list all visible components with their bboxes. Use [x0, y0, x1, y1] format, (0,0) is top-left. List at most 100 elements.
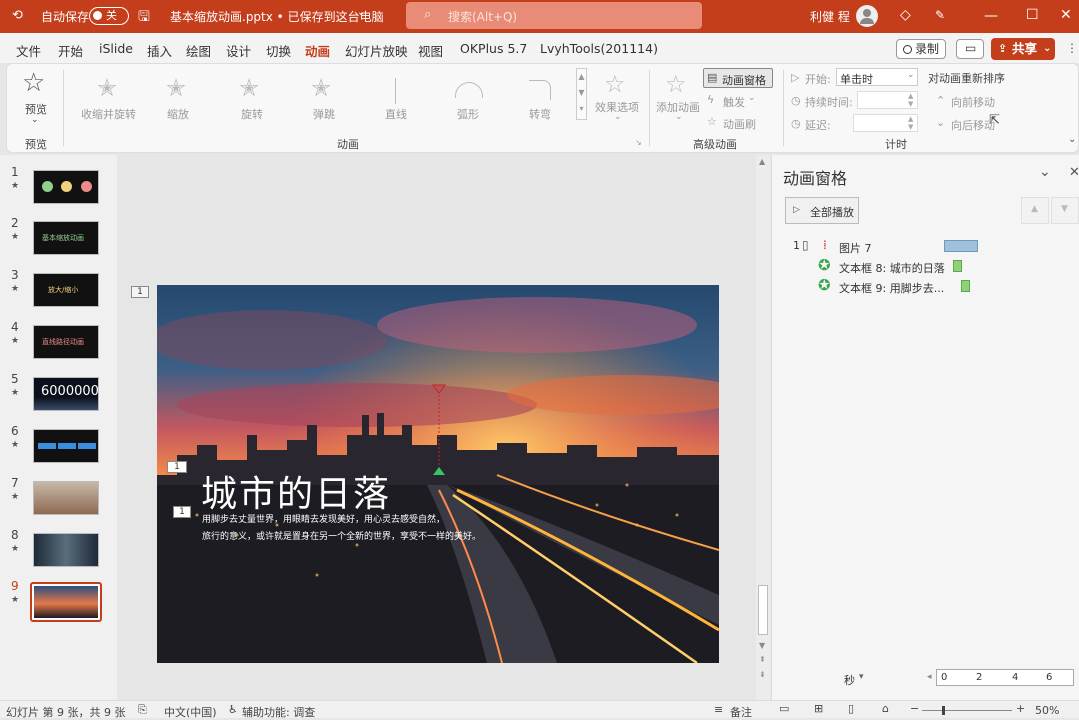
next-slide-icon[interactable]: ⇟	[759, 670, 766, 679]
tab-slideshow[interactable]: 幻灯片放映	[345, 41, 408, 60]
spinner-icon[interactable]: ▲ ▼	[908, 115, 913, 131]
animation-pane-button[interactable]: ▤ 动画窗格	[703, 68, 773, 88]
timeline-bar[interactable]	[961, 280, 970, 292]
move-earlier-label[interactable]: 向前移动	[951, 94, 995, 110]
effect-label[interactable]: 弧形	[457, 106, 479, 122]
dialog-launcher-icon[interactable]: ↘	[635, 138, 642, 147]
slideshow-icon[interactable]: ⌂	[882, 702, 889, 715]
zoom-icon[interactable]: ✭	[166, 74, 186, 102]
close-icon[interactable]: ✕	[1069, 165, 1079, 180]
effect-label[interactable]: 收缩并旋转	[81, 106, 136, 122]
seconds-label[interactable]: 秒	[844, 672, 855, 688]
slide-body-line-2[interactable]: 旅行的意义，或许就是置身在另一个全新的世界，享受不一样的美好。	[202, 529, 481, 542]
chevron-down-icon[interactable]: ⌄	[1039, 164, 1051, 180]
tab-file[interactable]: 文件	[16, 41, 41, 60]
slide-sorter-icon[interactable]: ⊞	[814, 702, 823, 715]
zoom-level[interactable]: 50%	[1035, 704, 1059, 717]
delay-input[interactable]: ▲ ▼	[853, 114, 918, 132]
spellcheck-icon[interactable]: ⎘	[138, 703, 147, 717]
tab-view[interactable]: 视图	[418, 41, 443, 60]
current-slide[interactable]: 城市的日落 用脚步去丈量世界，用眼睛去发现美好，用心灵去感受自然， 旅行的意义，…	[157, 285, 719, 663]
diamond-icon[interactable]: ◇	[900, 7, 911, 23]
slide-thumbnail[interactable]: 基本缩放动画	[33, 221, 99, 255]
avatar[interactable]	[856, 5, 878, 27]
normal-view-icon[interactable]: ▭	[779, 702, 789, 715]
timeline-bar[interactable]	[953, 260, 962, 272]
scroll-down-icon[interactable]: ▼	[759, 641, 765, 650]
more-icon[interactable]: ⋮	[1066, 41, 1078, 55]
slide-thumbnail[interactable]	[33, 481, 99, 515]
add-animation-icon[interactable]: ☆	[665, 70, 687, 98]
tab-transitions[interactable]: 切换	[266, 41, 291, 60]
document-title[interactable]: 基本缩放动画.pptx • 已保存到这台电脑	[170, 8, 384, 25]
zoom-slider[interactable]	[922, 710, 1012, 711]
zoom-in-icon[interactable]: +	[1016, 702, 1025, 715]
chevron-down-icon[interactable]: ⌄	[31, 115, 39, 125]
tab-draw[interactable]: 绘图	[186, 41, 211, 60]
chevron-down-icon[interactable]: ⌄	[614, 112, 622, 122]
play-all-button[interactable]: ▷ 全部播放	[785, 197, 859, 224]
shrink-rotate-icon[interactable]: ✭	[97, 74, 117, 102]
tab-animations[interactable]: 动画	[305, 41, 331, 66]
animation-order-tag[interactable]: 1	[173, 506, 191, 518]
animation-item[interactable]: ✪ 文本框 9: 用脚步去...	[817, 276, 967, 297]
zoom-out-icon[interactable]: −	[910, 702, 919, 715]
timeline-left-icon[interactable]: ◂	[927, 672, 932, 682]
chevron-down-icon[interactable]: ▾	[859, 672, 864, 682]
move-down-icon[interactable]: ⌄	[936, 116, 945, 129]
start-select[interactable]: 单击时 ⌄	[836, 68, 918, 86]
slide-thumbnail[interactable]: 直线路径动画	[33, 325, 99, 359]
accessibility-icon[interactable]: ♿	[228, 703, 238, 716]
chevron-down-icon[interactable]: ⌄	[748, 93, 756, 103]
turn-path-icon[interactable]	[529, 80, 551, 100]
move-down-button[interactable]: ▼	[1051, 197, 1079, 224]
slide-thumbnail[interactable]: 6000000	[33, 377, 99, 411]
duration-input[interactable]: ▲ ▼	[857, 91, 918, 109]
effect-label[interactable]: 弹跳	[313, 106, 335, 122]
chevron-down-icon[interactable]: ⌄	[675, 112, 683, 122]
scroll-thumb[interactable]	[758, 585, 768, 635]
autosave-toggle[interactable]: 关	[89, 7, 129, 25]
collapse-ribbon-icon[interactable]: ⌄	[1068, 134, 1076, 145]
effect-label[interactable]: 缩放	[167, 106, 189, 122]
close-icon[interactable]: ✕	[1060, 7, 1072, 23]
pen-icon[interactable]: ✎	[935, 8, 945, 22]
notes-icon[interactable]: ≡	[714, 703, 723, 716]
scroll-up-icon[interactable]: ▲	[759, 157, 765, 166]
trigger-label[interactable]: 触发	[723, 94, 745, 110]
preview-star-icon[interactable]: ☆	[22, 68, 45, 98]
painter-icon[interactable]: ☆	[707, 115, 717, 128]
slide-thumbnail[interactable]: 放大/缩小	[33, 273, 99, 307]
effect-label[interactable]: 直线	[385, 106, 407, 122]
animation-item[interactable]: ✪ 文本框 8: 城市的日落	[817, 256, 967, 277]
spinner-icon[interactable]: ▲ ▼	[908, 92, 913, 108]
arc-path-icon[interactable]	[455, 82, 483, 98]
tab-design[interactable]: 设计	[226, 41, 251, 60]
chevron-down-icon[interactable]: ⌄	[357, 7, 365, 18]
move-up-icon[interactable]: ⌃	[936, 94, 945, 107]
minimize-icon[interactable]: —	[984, 8, 998, 24]
zoom-slider-thumb[interactable]	[942, 706, 945, 715]
vertical-scrollbar[interactable]: ▲ ▼ ⇞ ⇟	[756, 155, 770, 700]
tab-islide[interactable]: iSlide	[99, 41, 133, 56]
tab-home[interactable]: 开始	[58, 41, 83, 60]
slide-thumbnail[interactable]	[33, 170, 99, 204]
tab-insert[interactable]: 插入	[147, 41, 172, 60]
animation-order-tag[interactable]: 1	[167, 461, 187, 473]
selected-slide-frame[interactable]	[30, 582, 102, 622]
share-button[interactable]: ⇪ 共享 ⌄	[991, 38, 1055, 60]
bounce-icon[interactable]: ✭	[311, 74, 331, 102]
timeline-bar[interactable]	[944, 240, 978, 252]
animation-order-tag[interactable]: 1	[131, 286, 149, 298]
trigger-icon[interactable]: ϟ	[707, 93, 714, 106]
gallery-scroll[interactable]: ▲ ▼ ▾	[576, 68, 587, 120]
animation-painter-label[interactable]: 动画刷	[723, 116, 756, 132]
effect-label[interactable]: 转弯	[529, 106, 551, 122]
prev-slide-icon[interactable]: ⇞	[759, 655, 766, 664]
effect-label[interactable]: 旋转	[241, 106, 263, 122]
slide-title[interactable]: 城市的日落	[201, 465, 391, 517]
comment-button[interactable]: ▭	[956, 39, 984, 59]
reading-view-icon[interactable]: ▯	[848, 702, 854, 715]
slide-body-line-1[interactable]: 用脚步去丈量世界，用眼睛去发现美好，用心灵去感受自然，	[202, 512, 445, 525]
spin-icon[interactable]: ✭	[239, 74, 259, 102]
